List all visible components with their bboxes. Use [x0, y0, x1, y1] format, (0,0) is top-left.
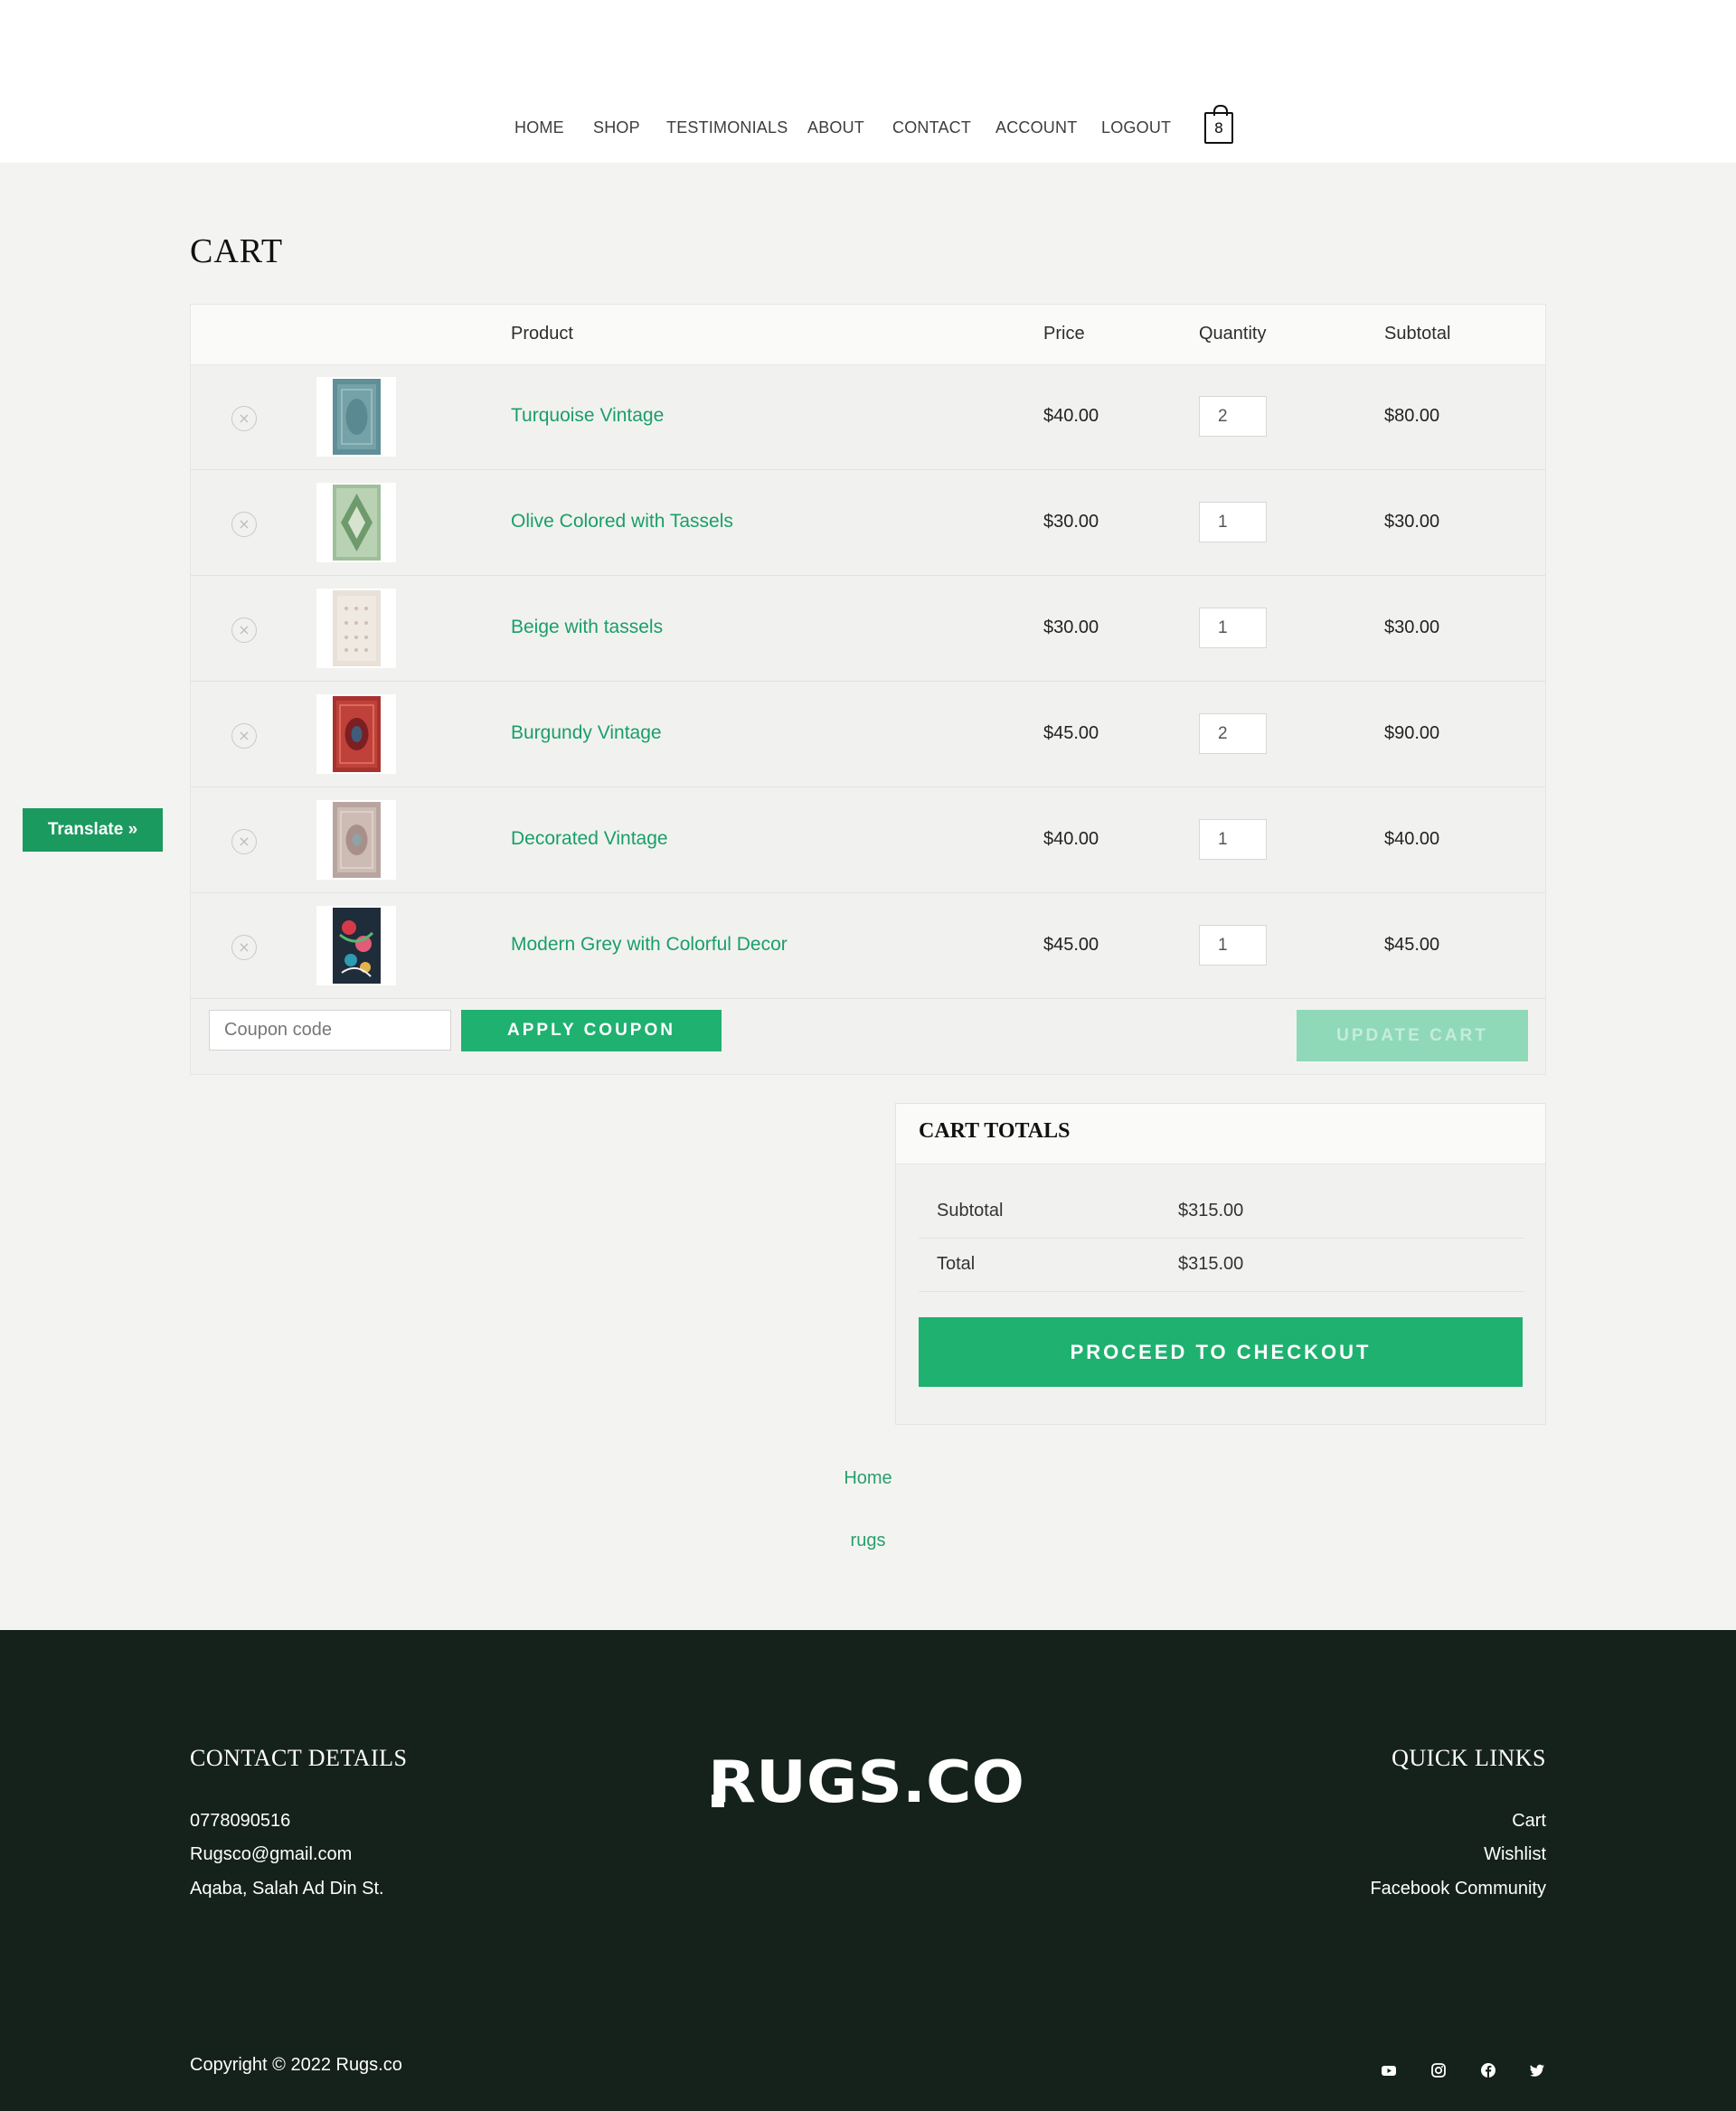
translate-button[interactable]: Translate »	[23, 808, 163, 852]
site-header: HOME SHOP TESTIMONIALS ABOUT CONTACT ACC…	[0, 0, 1736, 163]
cart-row: × Beige with tassels $30.00 1 $30.00	[191, 576, 1545, 682]
total-row: Total $315.00	[919, 1239, 1524, 1292]
quantity-input[interactable]: 2	[1199, 396, 1267, 437]
product-thumbnail[interactable]	[316, 377, 396, 457]
quantity-input[interactable]: 1	[1199, 502, 1267, 542]
product-subtotal: $40.00	[1384, 829, 1440, 849]
product-price: $30.00	[1043, 617, 1099, 637]
total-label: Total	[937, 1254, 976, 1274]
remove-item-button[interactable]: ×	[231, 829, 257, 854]
subtotal-row: Subtotal $315.00	[919, 1185, 1524, 1239]
nav-logout[interactable]: LOGOUT	[1101, 118, 1171, 137]
rug-image	[333, 590, 381, 666]
remove-item-button[interactable]: ×	[231, 723, 257, 749]
coupon-code-input[interactable]: Coupon code	[209, 1010, 451, 1051]
cart-row: × Olive Colored with Tassels $30.00 1 $3…	[191, 470, 1545, 576]
cart-count-badge: 8	[1213, 119, 1224, 137]
header-price: Price	[1043, 324, 1085, 344]
contact-phone: 0778090516	[190, 1811, 291, 1831]
main-nav: HOME SHOP TESTIMONIALS ABOUT CONTACT ACC…	[0, 118, 1736, 140]
instagram-icon[interactable]	[1430, 2062, 1447, 2078]
bottom-link-rugs[interactable]: rugs	[778, 1531, 958, 1551]
header-quantity: Quantity	[1199, 324, 1267, 344]
product-price: $30.00	[1043, 512, 1099, 532]
product-link[interactable]: Decorated Vintage	[511, 828, 668, 850]
rug-image	[333, 908, 381, 984]
youtube-icon[interactable]	[1381, 2062, 1397, 2078]
quantity-input[interactable]: 1	[1199, 819, 1267, 860]
product-thumbnail[interactable]	[316, 483, 396, 562]
nav-testimonials[interactable]: TESTIMONIALS	[666, 118, 788, 137]
cart-row: × Modern Grey with Colorful Decor $45.00…	[191, 893, 1545, 999]
nav-account[interactable]: ACCOUNT	[995, 118, 1077, 137]
twitter-icon[interactable]	[1529, 2062, 1545, 2078]
footer-link-wishlist[interactable]: Wishlist	[1484, 1844, 1546, 1865]
rug-image	[333, 485, 381, 561]
product-thumbnail[interactable]	[316, 589, 396, 668]
total-value: $315.00	[1178, 1254, 1244, 1274]
bottom-link-home[interactable]: Home	[778, 1468, 958, 1489]
rugs-co-logo[interactable]: RUGS.CO	[708, 1753, 1030, 1811]
cart-totals: CART TOTALS Subtotal $315.00 Total $315.…	[895, 1103, 1546, 1425]
shopping-bag-icon[interactable]: 8	[1204, 105, 1233, 144]
cart-totals-title: CART TOTALS	[919, 1119, 1071, 1143]
nav-home[interactable]: HOME	[514, 118, 564, 137]
logo-text: RUGS.CO	[708, 1753, 1024, 1811]
product-price: $40.00	[1043, 829, 1099, 849]
contact-email: Rugsco@gmail.com	[190, 1844, 353, 1864]
product-price: $40.00	[1043, 406, 1099, 426]
product-subtotal: $90.00	[1384, 723, 1440, 743]
subtotal-value: $315.00	[1178, 1201, 1244, 1220]
rug-image	[333, 696, 381, 772]
contact-details-heading: CONTACT DETAILS	[190, 1745, 408, 1771]
cart-table-header: Product Price Quantity Subtotal	[191, 305, 1545, 365]
copyright-text: Copyright © 2022 Rugs.co	[190, 2055, 402, 2075]
product-thumbnail[interactable]	[316, 906, 396, 985]
rug-image	[333, 379, 381, 455]
cart-row: × Burgundy Vintage $45.00 2 $90.00	[191, 682, 1545, 787]
product-subtotal: $45.00	[1384, 935, 1440, 955]
quick-links-heading: QUICK LINKS	[1392, 1745, 1546, 1771]
remove-item-button[interactable]: ×	[231, 935, 257, 960]
cart-totals-header: CART TOTALS	[896, 1104, 1545, 1164]
remove-item-button[interactable]: ×	[231, 617, 257, 643]
product-link[interactable]: Burgundy Vintage	[511, 722, 662, 744]
product-thumbnail[interactable]	[316, 694, 396, 774]
nav-contact[interactable]: CONTACT	[892, 118, 971, 137]
quantity-input[interactable]: 1	[1199, 608, 1267, 648]
page-title: CART	[190, 232, 284, 270]
product-link[interactable]: Modern Grey with Colorful Decor	[511, 934, 788, 956]
product-link[interactable]: Olive Colored with Tassels	[511, 511, 733, 532]
cart-row: × Decorated Vintage $40.00 1 $40.00	[191, 787, 1545, 893]
product-price: $45.00	[1043, 723, 1099, 743]
product-subtotal: $30.00	[1384, 617, 1440, 637]
quantity-input[interactable]: 1	[1199, 925, 1267, 966]
contact-address: Aqaba, Salah Ad Din St.	[190, 1879, 384, 1899]
rug-image	[333, 802, 381, 878]
nav-about[interactable]: ABOUT	[807, 118, 864, 137]
product-price: $45.00	[1043, 935, 1099, 955]
product-subtotal: $80.00	[1384, 406, 1440, 426]
header-product: Product	[511, 324, 573, 344]
product-thumbnail[interactable]	[316, 800, 396, 880]
cart-table: Product Price Quantity Subtotal × Turquo…	[190, 304, 1546, 1075]
apply-coupon-button[interactable]: APPLY COUPON	[461, 1010, 722, 1051]
facebook-icon[interactable]	[1480, 2062, 1496, 2078]
footer-link-cart[interactable]: Cart	[1512, 1811, 1546, 1832]
update-cart-button[interactable]: UPDATE CART	[1297, 1010, 1528, 1061]
remove-item-button[interactable]: ×	[231, 512, 257, 537]
quantity-input[interactable]: 2	[1199, 713, 1267, 754]
product-link[interactable]: Beige with tassels	[511, 617, 663, 638]
product-link[interactable]: Turquoise Vintage	[511, 405, 664, 427]
footer-link-facebook-community[interactable]: Facebook Community	[1370, 1879, 1546, 1899]
remove-item-button[interactable]: ×	[231, 406, 257, 431]
proceed-to-checkout-button[interactable]: PROCEED TO CHECKOUT	[919, 1317, 1523, 1387]
header-subtotal: Subtotal	[1384, 324, 1451, 344]
cart-row: × Turquoise Vintage $40.00 2 $80.00	[191, 364, 1545, 470]
nav-shop[interactable]: SHOP	[593, 118, 640, 137]
site-footer: CONTACT DETAILS 0778090516 Rugsco@gmail.…	[0, 1630, 1736, 2111]
product-subtotal: $30.00	[1384, 512, 1440, 532]
subtotal-label: Subtotal	[937, 1201, 1004, 1220]
